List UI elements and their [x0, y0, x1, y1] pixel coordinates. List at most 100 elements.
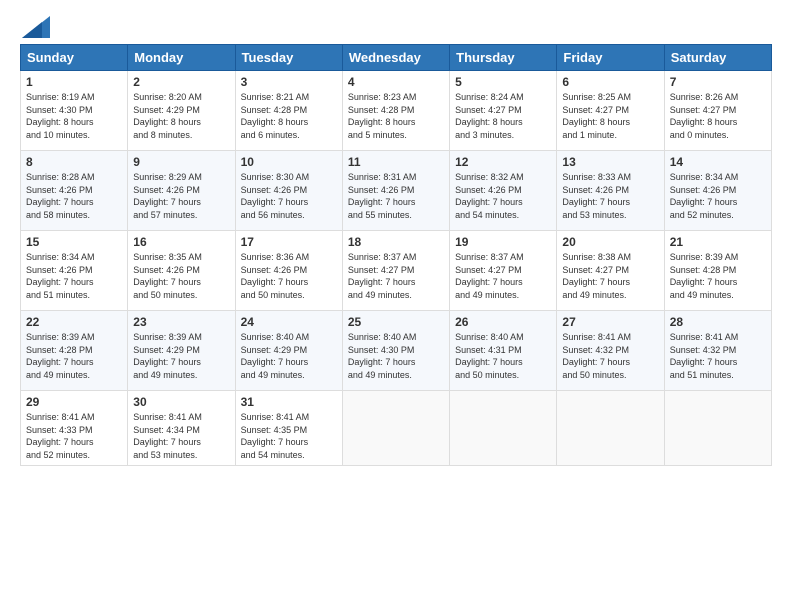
week-row-4: 22 Sunrise: 8:39 AM Sunset: 4:28 PM Dayli…	[21, 311, 772, 391]
column-header-sunday: Sunday	[21, 45, 128, 71]
day-number: 8	[26, 155, 122, 169]
day-info: Sunrise: 8:40 AM Sunset: 4:31 PM Dayligh…	[455, 331, 551, 381]
day-number: 7	[670, 75, 766, 89]
day-number: 26	[455, 315, 551, 329]
day-info: Sunrise: 8:31 AM Sunset: 4:26 PM Dayligh…	[348, 171, 444, 221]
day-info: Sunrise: 8:25 AM Sunset: 4:27 PM Dayligh…	[562, 91, 658, 141]
calendar-cell: 20Sunrise: 8:38 AM Sunset: 4:27 PM Dayli…	[557, 231, 664, 311]
day-info: Sunrise: 8:39 AM Sunset: 4:28 PM Dayligh…	[670, 251, 766, 301]
day-info: Sunrise: 8:34 AM Sunset: 4:26 PM Dayligh…	[26, 251, 122, 301]
week-row-2: 8Sunrise: 8:28 AM Sunset: 4:26 PM Daylig…	[21, 151, 772, 231]
day-number: 29	[26, 395, 122, 409]
day-number: 31	[241, 395, 337, 409]
day-info: Sunrise: 8:32 AM Sunset: 4:26 PM Dayligh…	[455, 171, 551, 221]
day-number: 27	[562, 315, 658, 329]
day-info: Sunrise: 8:33 AM Sunset: 4:26 PM Dayligh…	[562, 171, 658, 221]
calendar-cell: 28Sunrise: 8:41 AM Sunset: 4:32 PM Dayli…	[664, 311, 771, 391]
day-info: Sunrise: 8:40 AM Sunset: 4:29 PM Dayligh…	[241, 331, 337, 381]
day-number: 25	[348, 315, 444, 329]
day-info: Sunrise: 8:20 AM Sunset: 4:29 PM Dayligh…	[133, 91, 229, 141]
day-info: Sunrise: 8:26 AM Sunset: 4:27 PM Dayligh…	[670, 91, 766, 141]
day-number: 22	[26, 315, 122, 329]
calendar-cell: 14Sunrise: 8:34 AM Sunset: 4:26 PM Dayli…	[664, 151, 771, 231]
calendar-cell: 29 Sunrise: 8:41 AM Sunset: 4:33 PM Dayli…	[21, 391, 128, 466]
logo	[20, 16, 50, 34]
calendar-cell: 10 Sunrise: 8:30 AM Sunset: 4:26 PM Dayli…	[235, 151, 342, 231]
calendar-cell: 31 Sunrise: 8:41 AM Sunset: 4:35 PM Dayli…	[235, 391, 342, 466]
calendar-cell: 18 Sunrise: 8:37 AM Sunset: 4:27 PM Dayli…	[342, 231, 449, 311]
day-number: 14	[670, 155, 766, 169]
calendar-cell: 11 Sunrise: 8:31 AM Sunset: 4:26 PM Dayli…	[342, 151, 449, 231]
calendar-cell: 27Sunrise: 8:41 AM Sunset: 4:32 PM Dayli…	[557, 311, 664, 391]
calendar-cell: 30Sunrise: 8:41 AM Sunset: 4:34 PM Dayli…	[128, 391, 235, 466]
day-number: 3	[241, 75, 337, 89]
day-number: 11	[348, 155, 444, 169]
column-header-wednesday: Wednesday	[342, 45, 449, 71]
calendar-cell: 8Sunrise: 8:28 AM Sunset: 4:26 PM Daylig…	[21, 151, 128, 231]
column-header-saturday: Saturday	[664, 45, 771, 71]
day-number: 6	[562, 75, 658, 89]
day-info: Sunrise: 8:41 AM Sunset: 4:34 PM Dayligh…	[133, 411, 229, 461]
calendar-cell	[342, 391, 449, 466]
calendar-cell	[557, 391, 664, 466]
calendar-cell: 5 Sunrise: 8:24 AM Sunset: 4:27 PM Daylig…	[450, 71, 557, 151]
calendar-cell	[664, 391, 771, 466]
header	[20, 16, 772, 34]
calendar-cell: 12 Sunrise: 8:32 AM Sunset: 4:26 PM Dayli…	[450, 151, 557, 231]
day-number: 23	[133, 315, 229, 329]
week-row-5: 29 Sunrise: 8:41 AM Sunset: 4:33 PM Dayli…	[21, 391, 772, 466]
column-header-tuesday: Tuesday	[235, 45, 342, 71]
calendar-cell: 1 Sunrise: 8:19 AM Sunset: 4:30 PM Daylig…	[21, 71, 128, 151]
day-number: 9	[133, 155, 229, 169]
day-number: 18	[348, 235, 444, 249]
day-info: Sunrise: 8:24 AM Sunset: 4:27 PM Dayligh…	[455, 91, 551, 141]
day-number: 17	[241, 235, 337, 249]
calendar-cell: 26 Sunrise: 8:40 AM Sunset: 4:31 PM Dayli…	[450, 311, 557, 391]
day-number: 21	[670, 235, 766, 249]
day-number: 28	[670, 315, 766, 329]
logo-icon	[22, 16, 50, 38]
day-info: Sunrise: 8:30 AM Sunset: 4:26 PM Dayligh…	[241, 171, 337, 221]
calendar-cell: 16Sunrise: 8:35 AM Sunset: 4:26 PM Dayli…	[128, 231, 235, 311]
day-number: 15	[26, 235, 122, 249]
calendar-cell: 23 Sunrise: 8:39 AM Sunset: 4:29 PM Dayli…	[128, 311, 235, 391]
day-info: Sunrise: 8:19 AM Sunset: 4:30 PM Dayligh…	[26, 91, 122, 141]
day-info: Sunrise: 8:41 AM Sunset: 4:33 PM Dayligh…	[26, 411, 122, 461]
day-info: Sunrise: 8:37 AM Sunset: 4:27 PM Dayligh…	[348, 251, 444, 301]
day-info: Sunrise: 8:23 AM Sunset: 4:28 PM Dayligh…	[348, 91, 444, 141]
calendar-cell: 3 Sunrise: 8:21 AM Sunset: 4:28 PM Daylig…	[235, 71, 342, 151]
day-number: 5	[455, 75, 551, 89]
column-header-thursday: Thursday	[450, 45, 557, 71]
calendar-cell: 21 Sunrise: 8:39 AM Sunset: 4:28 PM Dayli…	[664, 231, 771, 311]
calendar-cell: 17 Sunrise: 8:36 AM Sunset: 4:26 PM Dayli…	[235, 231, 342, 311]
day-number: 4	[348, 75, 444, 89]
calendar-cell: 15 Sunrise: 8:34 AM Sunset: 4:26 PM Dayli…	[21, 231, 128, 311]
calendar-table: SundayMondayTuesdayWednesdayThursdayFrid…	[20, 44, 772, 466]
day-info: Sunrise: 8:37 AM Sunset: 4:27 PM Dayligh…	[455, 251, 551, 301]
day-number: 24	[241, 315, 337, 329]
calendar-cell: 7 Sunrise: 8:26 AM Sunset: 4:27 PM Daylig…	[664, 71, 771, 151]
day-number: 13	[562, 155, 658, 169]
day-number: 1	[26, 75, 122, 89]
calendar-cell: 6 Sunrise: 8:25 AM Sunset: 4:27 PM Daylig…	[557, 71, 664, 151]
day-info: Sunrise: 8:39 AM Sunset: 4:29 PM Dayligh…	[133, 331, 229, 381]
day-info: Sunrise: 8:38 AM Sunset: 4:27 PM Dayligh…	[562, 251, 658, 301]
day-info: Sunrise: 8:39 AM Sunset: 4:28 PM Dayligh…	[26, 331, 122, 381]
day-number: 2	[133, 75, 229, 89]
day-number: 12	[455, 155, 551, 169]
calendar-cell: 2 Sunrise: 8:20 AM Sunset: 4:29 PM Daylig…	[128, 71, 235, 151]
day-info: Sunrise: 8:29 AM Sunset: 4:26 PM Dayligh…	[133, 171, 229, 221]
week-row-1: 1 Sunrise: 8:19 AM Sunset: 4:30 PM Daylig…	[21, 71, 772, 151]
week-row-3: 15 Sunrise: 8:34 AM Sunset: 4:26 PM Dayli…	[21, 231, 772, 311]
day-number: 19	[455, 235, 551, 249]
day-number: 10	[241, 155, 337, 169]
day-number: 16	[133, 235, 229, 249]
calendar-cell: 22 Sunrise: 8:39 AM Sunset: 4:28 PM Dayli…	[21, 311, 128, 391]
day-info: Sunrise: 8:41 AM Sunset: 4:35 PM Dayligh…	[241, 411, 337, 461]
day-info: Sunrise: 8:21 AM Sunset: 4:28 PM Dayligh…	[241, 91, 337, 141]
calendar-cell: 19 Sunrise: 8:37 AM Sunset: 4:27 PM Dayli…	[450, 231, 557, 311]
column-header-friday: Friday	[557, 45, 664, 71]
calendar-cell: 4 Sunrise: 8:23 AM Sunset: 4:28 PM Daylig…	[342, 71, 449, 151]
day-info: Sunrise: 8:36 AM Sunset: 4:26 PM Dayligh…	[241, 251, 337, 301]
calendar-cell: 25Sunrise: 8:40 AM Sunset: 4:30 PM Dayli…	[342, 311, 449, 391]
